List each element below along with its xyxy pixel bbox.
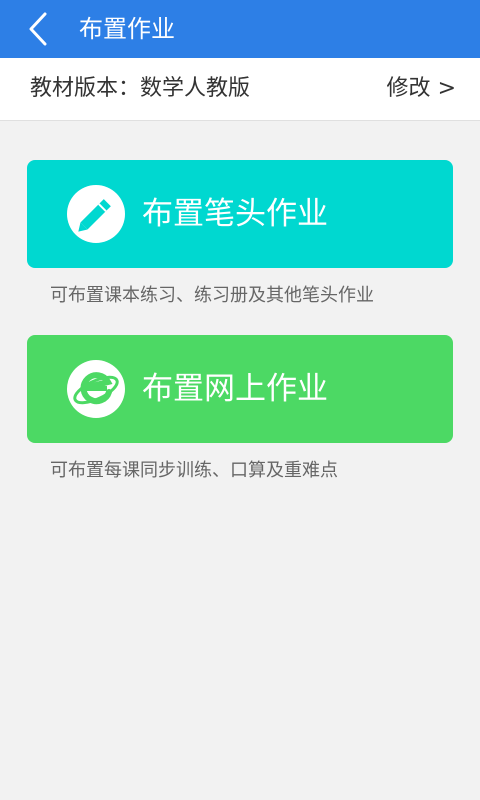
modify-label: 修改 [386,76,431,101]
page-title: 布置作业 [79,15,175,43]
app-header: 布置作业 [0,0,480,58]
chevron-right-icon: > [437,76,456,101]
assign-online-homework-button[interactable]: 布置网上作业 [27,335,453,443]
back-button[interactable] [18,8,58,50]
pen-homework-description: 可布置课本练习、练习册及其他笔头作业 [50,285,374,306]
chevron-left-icon [29,12,47,46]
online-homework-description: 可布置每课同步训练、口算及重难点 [50,460,338,481]
assign-pen-homework-label: 布置笔头作业 [142,196,328,232]
pencil-icon [67,185,125,243]
assign-online-homework-label: 布置网上作业 [142,371,328,407]
assign-pen-homework-button[interactable]: 布置笔头作业 [27,160,453,268]
internet-explorer-icon [67,360,125,418]
textbook-version-label: 教材版本：数学人教版 [30,76,251,101]
modify-button[interactable]: 修改 > [387,58,456,120]
textbook-version-bar: 教材版本：数学人教版 修改 > [0,58,480,121]
